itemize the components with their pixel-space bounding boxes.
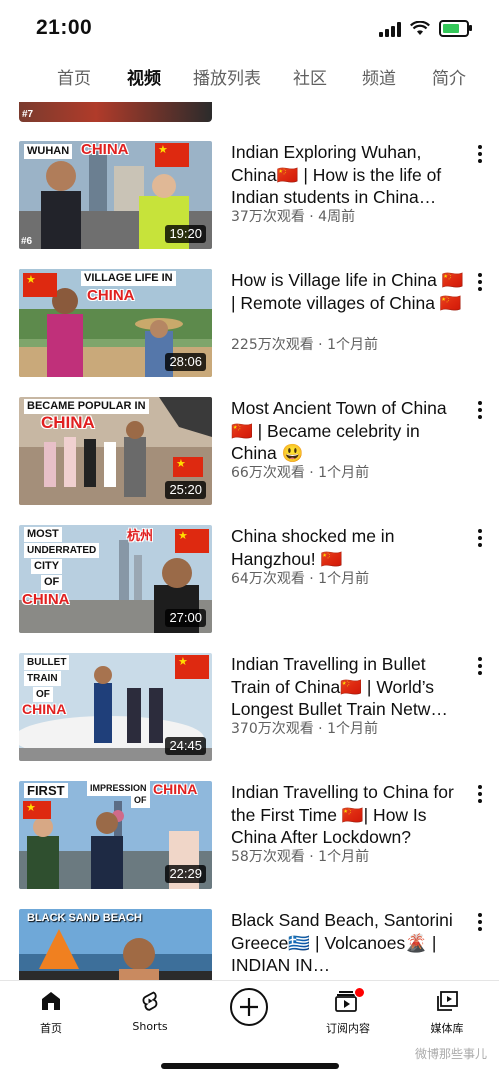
library-icon [437, 991, 458, 1011]
thumbnail-text: CHINA [41, 413, 95, 432]
rank-badge: #7 [22, 109, 34, 120]
video-thumbnail[interactable]: MOST UNDERRATED CITY OF CHINA 杭州 27:00 [19, 525, 212, 633]
nav-shorts[interactable]: Shorts [105, 989, 195, 1033]
watermark: 微博那些事儿 [414, 1047, 487, 1061]
thumbnail-text: OF [131, 793, 150, 808]
tab-about[interactable]: 简介 [432, 60, 466, 98]
wifi-icon [410, 21, 430, 35]
video-item[interactable]: WUHAN CHINA #6 19:20 Indian Exploring Wu… [0, 141, 499, 269]
status-bar: 21:00 [0, 0, 499, 56]
thumbnail-text: BECAME POPULAR IN [24, 399, 149, 414]
status-icons [379, 20, 472, 37]
china-flag-icon [23, 801, 51, 819]
video-duration: 25:20 [165, 481, 206, 499]
thumbnail-text: CHINA [22, 701, 67, 717]
add-icon [230, 988, 268, 1026]
nav-library-label: 媒体库 [430, 1022, 464, 1035]
thumbnail-text: UNDERRATED [24, 543, 100, 558]
more-options-icon[interactable] [477, 273, 483, 291]
cellular-signal-icon [379, 21, 401, 37]
video-duration: 24:45 [165, 737, 206, 755]
thumbnail-text: CHINA [81, 141, 129, 158]
thumbnail-text: OF [33, 687, 53, 702]
thumbnail-text: FIRST [24, 783, 68, 798]
china-flag-icon [175, 655, 209, 679]
china-flag-icon [173, 457, 203, 477]
home-indicator [161, 1063, 339, 1069]
video-meta: 64万次观看 · 1个月前 [231, 571, 370, 587]
create-button[interactable] [204, 987, 294, 1031]
rank-badge: #6 [21, 236, 33, 247]
video-item[interactable]: MOST UNDERRATED CITY OF CHINA 杭州 27:00 C… [0, 525, 499, 653]
video-list: #7 WUHAN CHINA #6 19:20 Indian Exploring… [0, 102, 499, 980]
nav-home-label: 首页 [40, 1022, 62, 1035]
thumbnail-text: BLACK SAND BEACH [27, 912, 142, 924]
tab-channels[interactable]: 频道 [362, 60, 396, 98]
thumbnail-text: CHINA [153, 781, 198, 797]
video-duration: 22:29 [165, 865, 206, 883]
video-meta: 66万次观看 · 1个月前 [231, 465, 370, 481]
nav-subscriptions[interactable]: 订阅内容 [303, 987, 393, 1036]
nav-shorts-label: Shorts [132, 1020, 168, 1033]
china-flag-icon [155, 143, 189, 167]
video-item[interactable]: BLACK SAND BEACH Black Sand Beach, Santo… [0, 909, 499, 980]
video-title[interactable]: Indian Exploring Wuhan, China🇨🇳 | How is… [231, 141, 466, 209]
video-item[interactable]: FIRST IMPRESSION OF CHINA 22:29 Indian T… [0, 781, 499, 909]
nav-subscriptions-label: 订阅内容 [326, 1022, 370, 1035]
video-thumbnail[interactable]: BECAME POPULAR IN CHINA 25:20 [19, 397, 212, 505]
more-options-icon[interactable] [477, 657, 483, 675]
shorts-icon [142, 991, 158, 1011]
thumbnail-text: VILLAGE LIFE IN [81, 271, 176, 286]
channel-tabs: 首页 视频 播放列表 社区 频道 简介 [0, 60, 499, 100]
tab-playlists[interactable]: 播放列表 [193, 60, 261, 98]
thumbnail-text: CITY [31, 559, 63, 574]
video-title[interactable]: Indian Travelling in Bullet Train of Chi… [231, 653, 466, 721]
battery-icon [439, 20, 472, 37]
tab-videos[interactable]: 视频 [127, 60, 161, 98]
thumbnail-text: CHINA [87, 287, 135, 304]
thumbnail-text: OF [41, 575, 63, 590]
video-thumbnail[interactable]: VILLAGE LIFE IN CHINA 28:06 [19, 269, 212, 377]
video-duration: 19:20 [165, 225, 206, 243]
video-duration: 28:06 [165, 353, 206, 371]
thumbnail-text: WUHAN [24, 144, 73, 159]
status-time: 21:00 [36, 16, 93, 39]
more-options-icon[interactable] [477, 529, 483, 547]
video-title[interactable]: How is Village life in China 🇨🇳 | Remote… [231, 269, 466, 314]
video-meta: 370万次观看 · 1个月前 [231, 721, 378, 737]
thumbnail-text: TRAIN [24, 671, 61, 686]
notification-dot [354, 987, 365, 998]
video-meta: 58万次观看 · 1个月前 [231, 849, 370, 865]
video-title[interactable]: Black Sand Beach, Santorini Greece🇬🇷 | V… [231, 909, 466, 977]
nav-home[interactable]: 首页 [6, 989, 96, 1036]
video-item[interactable]: BECAME POPULAR IN CHINA 25:20 Most Ancie… [0, 397, 499, 525]
more-options-icon[interactable] [477, 913, 483, 931]
more-options-icon[interactable] [477, 785, 483, 803]
thumbnail-text: CHINA [22, 591, 70, 608]
tab-home[interactable]: 首页 [57, 60, 91, 98]
nav-library[interactable]: 媒体库 [402, 989, 492, 1036]
more-options-icon[interactable] [477, 401, 483, 419]
video-meta: 225万次观看 · 1个月前 [231, 337, 378, 353]
video-item[interactable]: VILLAGE LIFE IN CHINA 28:06 How is Villa… [0, 269, 499, 397]
video-thumbnail[interactable]: BLACK SAND BEACH [19, 909, 212, 980]
tab-community[interactable]: 社区 [293, 60, 327, 98]
home-icon [42, 992, 60, 1010]
more-options-icon[interactable] [477, 145, 483, 163]
china-flag-icon [175, 529, 209, 553]
video-meta: 37万次观看 · 4周前 [231, 209, 356, 225]
thumbnail-text: BULLET [24, 655, 70, 670]
video-item[interactable]: BULLET TRAIN OF CHINA 24:45 Indian Trave… [0, 653, 499, 781]
video-thumbnail-partial[interactable]: #7 [19, 102, 212, 122]
video-title[interactable]: Most Ancient Town of China 🇨🇳 | Became c… [231, 397, 466, 465]
thumbnail-text: 杭州 [127, 528, 154, 543]
video-duration: 27:00 [165, 609, 206, 627]
video-title[interactable]: Indian Travelling to China for the First… [231, 781, 466, 849]
video-title[interactable]: China shocked me in Hangzhou! 🇨🇳 [231, 525, 466, 570]
thumbnail-text: MOST [24, 527, 62, 542]
china-flag-icon [23, 273, 57, 297]
video-thumbnail[interactable]: BULLET TRAIN OF CHINA 24:45 [19, 653, 212, 761]
video-thumbnail[interactable]: FIRST IMPRESSION OF CHINA 22:29 [19, 781, 212, 889]
video-thumbnail[interactable]: WUHAN CHINA #6 19:20 [19, 141, 212, 249]
